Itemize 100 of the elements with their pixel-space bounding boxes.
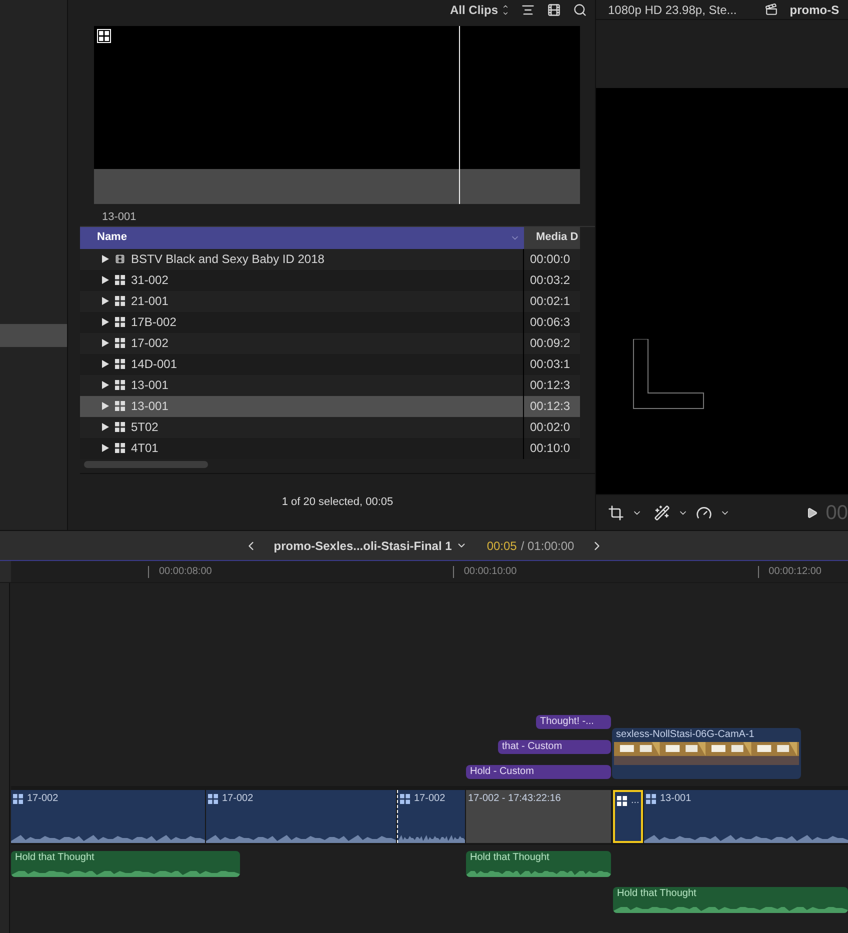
video-clip[interactable]: 17-002: [206, 790, 396, 843]
status-text: 1 of 20 selected, 00:05: [282, 494, 394, 510]
video-clip[interactable]: 17-002 - 17:43:22:16: [466, 790, 611, 843]
list-row[interactable]: 21-001 00:02:1: [80, 290, 580, 312]
disclosure-triangle-icon[interactable]: [102, 255, 109, 263]
list-row[interactable]: 17B-002 00:06:3: [80, 312, 580, 332]
disclosure-triangle-icon[interactable]: [102, 402, 109, 410]
disclosure-triangle-icon[interactable]: [102, 423, 109, 431]
clip-name: ...: [631, 795, 640, 807]
grid-icon: [115, 359, 125, 369]
clip-name: 5T02: [131, 419, 158, 436]
column-header[interactable]: Name: [80, 226, 524, 248]
magic-wand-icon[interactable]: [654, 504, 670, 520]
video-clip[interactable]: 13-001: [644, 790, 848, 843]
grid-icon: [115, 275, 125, 285]
list-row[interactable]: 4T01 00:10:0: [80, 438, 580, 458]
list-row[interactable]: 17-002 00:09:2: [80, 332, 580, 354]
audio-clip[interactable]: Hold that Thought: [11, 851, 240, 877]
title-clip[interactable]: Thought! -...: [536, 715, 611, 729]
clip-name: 31-002: [131, 272, 168, 289]
playhead-position: 00:05: [486, 538, 517, 554]
clip-name: sexless-NollStasi-06G-CamA-1: [615, 728, 756, 742]
clip-name: 21-001: [131, 293, 168, 310]
speed-icon[interactable]: [696, 504, 712, 520]
clip-name: BSTV Black and Sexy Baby ID 2018: [131, 251, 324, 268]
clip-name: 17-002: [222, 793, 254, 805]
grid-icon: [208, 794, 218, 804]
media-duration: 00:00:0: [529, 251, 570, 268]
media-duration: 00:10:0: [529, 440, 570, 457]
clip-label: 13-001: [102, 210, 138, 225]
media-duration: 00:02:1: [529, 293, 570, 310]
column-header[interactable]: Media D: [524, 226, 580, 248]
project-dropdown[interactable]: promo-Sexles...oli-Stasi-Final 1: [274, 536, 467, 554]
media-duration: 00:09:2: [529, 335, 570, 352]
grid-icon: [115, 422, 125, 432]
disclosure-triangle-icon[interactable]: [102, 276, 109, 284]
media-duration: 00:03:1: [529, 356, 570, 373]
clip-name: 17-002: [131, 335, 168, 352]
ruler-label: 00:00:10:00: [452, 566, 517, 578]
list-row[interactable]: 14D-001 00:03:1: [80, 354, 580, 374]
clip-name: 14D-001: [131, 356, 178, 373]
chevron-up-icon: [502, 3, 509, 10]
audio-clip[interactable]: Hold that Thought: [466, 851, 611, 877]
title-clip[interactable]: Hold - Custom: [466, 765, 611, 779]
scrollbar[interactable]: [84, 460, 208, 468]
grid-icon: [115, 296, 125, 306]
disclosure-triangle-icon[interactable]: [102, 339, 109, 347]
disclosure-triangle-icon[interactable]: [102, 360, 109, 368]
grid-icon: [13, 794, 23, 804]
film-icon: [115, 254, 125, 264]
disclosure-triangle-icon[interactable]: [102, 318, 109, 326]
media-duration: 00:03:2: [529, 272, 570, 289]
grid-icon: [115, 380, 125, 390]
list-row[interactable]: 31-002 00:03:2: [80, 270, 580, 290]
disclosure-triangle-icon[interactable]: [102, 444, 109, 452]
grid-icon: [99, 31, 109, 41]
list-row[interactable]: 13-001 00:12:3: [80, 374, 580, 396]
clip-name: Hold that Thought: [469, 851, 550, 865]
clip-name: Hold that Thought: [616, 887, 698, 901]
title-clip[interactable]: that - Custom: [498, 740, 611, 754]
video-clip[interactable]: 17-002: [11, 790, 205, 843]
video-clip[interactable]: 17-002: [397, 790, 465, 843]
ruler-label: 00:00:12:00: [758, 566, 822, 578]
grid-icon: [646, 794, 656, 804]
waveform: [398, 833, 465, 843]
project-duration: / 01:00:00: [520, 538, 574, 554]
disclosure-triangle-icon[interactable]: [102, 297, 109, 305]
clip-name: 17B-002: [131, 314, 176, 331]
video-clip[interactable]: ...: [613, 790, 643, 843]
grid-icon: [115, 443, 125, 453]
play-icon[interactable]: [806, 506, 818, 518]
clip-name: 4T01: [131, 440, 158, 457]
crop-icon[interactable]: [608, 504, 624, 520]
clip-name: 17-002: [27, 793, 58, 805]
clip-name: 13-001: [131, 377, 168, 394]
list-row[interactable]: BSTV Black and Sexy Baby ID 2018 00:00:0: [80, 248, 580, 270]
grid-icon: [115, 317, 125, 327]
project-name: promo-S: [790, 2, 840, 18]
grid-icon: [115, 401, 125, 411]
media-duration: 00:12:3: [529, 377, 570, 394]
grid-icon: [400, 794, 410, 804]
disclosure-triangle-icon[interactable]: [102, 381, 109, 389]
search-icon[interactable]: [573, 3, 587, 17]
corner-mark-drawing: [633, 339, 704, 409]
clip-name: 13-001: [660, 793, 692, 805]
film-icon[interactable]: [547, 3, 561, 17]
audio-clip[interactable]: Hold that Thought: [613, 887, 848, 913]
filter-dropdown[interactable]: All Clips: [450, 1, 509, 19]
media-duration: 00:02:0: [529, 419, 570, 436]
clip-name: 13-001: [131, 398, 168, 415]
list-row[interactable]: 5T02 00:02:0: [80, 416, 580, 438]
chevron-down-icon: [502, 10, 509, 17]
clip-name: 17-002: [414, 793, 446, 805]
connected-clip[interactable]: sexless-NollStasi-06G-CamA-1: [612, 728, 801, 779]
list-row[interactable]: 13-001 00:12:3: [80, 396, 580, 416]
grid-icon: [115, 338, 125, 348]
format-label: 1080p HD 23.98p, Ste...: [608, 2, 737, 18]
clapperboard-icon: [764, 3, 778, 16]
media-duration: 00:12:3: [529, 398, 570, 415]
clip-name: Hold that Thought: [14, 851, 96, 865]
